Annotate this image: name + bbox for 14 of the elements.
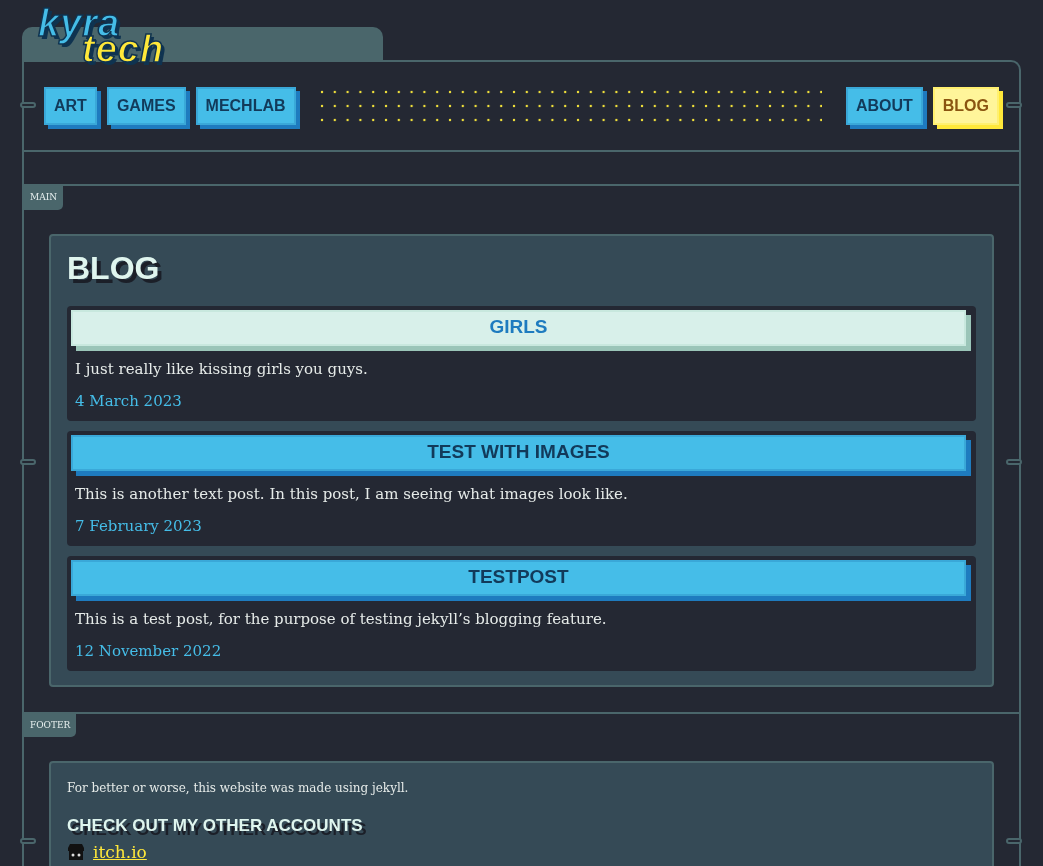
storefront-icon [67,842,85,861]
post-excerpt: I just really like kissing girls you guys. [74,358,369,380]
site-logo[interactable]: kyra tech [38,4,165,68]
page-title: BLOG [67,251,161,284]
post-date: 7 February 2023 [74,516,203,537]
post-date: 4 March 2023 [74,391,183,412]
footer-note: For better or worse, this website was made using jekyll. [67,780,410,797]
post-date: 12 November 2022 [74,641,223,662]
post-excerpt: This is a test post, for the purpose of testing jekyll’s blogging feature. [74,608,608,630]
footer-heading: CHECK OUT MY OTHER ACCOUNTS [67,815,364,837]
account-link[interactable]: itch.io [93,842,147,861]
section-label: FOOTER [24,713,77,737]
post-excerpt: This is another text post. In this post, I am seeing what images look like. [74,483,629,505]
section-label: MAIN [24,186,64,210]
